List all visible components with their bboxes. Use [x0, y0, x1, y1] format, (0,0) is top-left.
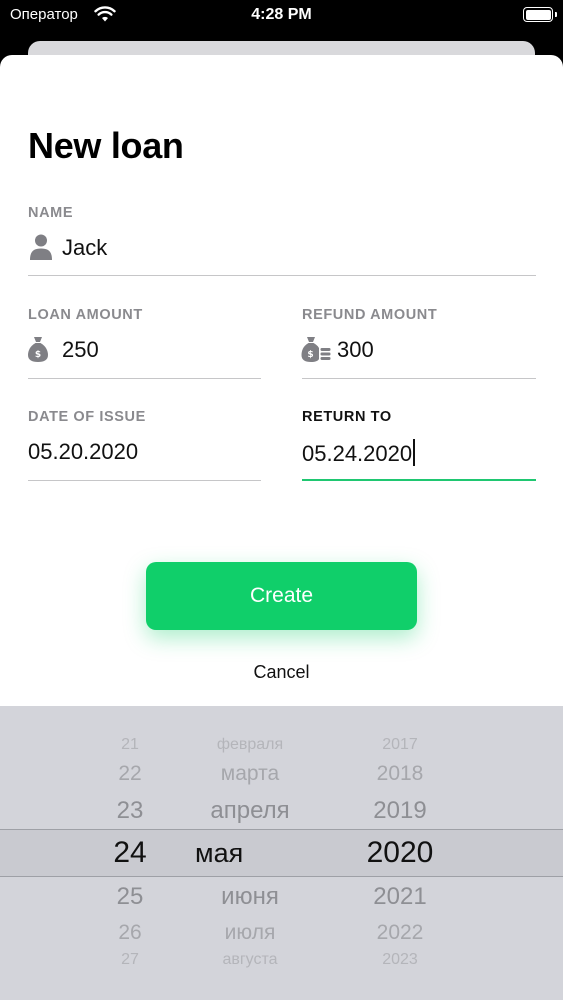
- picker-day-column[interactable]: 21 22 23 24 25 26 27: [100, 706, 160, 1000]
- clock-time: 4:28 PM: [251, 6, 312, 23]
- loan-amount-underline: [28, 378, 261, 379]
- picker-month-selected[interactable]: мая: [180, 838, 320, 869]
- picker-year-item[interactable]: 2018: [350, 762, 450, 786]
- new-loan-sheet: New loan NAME Jack LOAN AMOUNT $ 250 REF…: [0, 55, 563, 1000]
- refund-amount-underline: [302, 378, 536, 379]
- svg-text:$: $: [35, 350, 41, 360]
- loan-amount-label: LOAN AMOUNT: [28, 307, 143, 323]
- picker-year-selected[interactable]: 2020: [350, 836, 450, 870]
- svg-text:$: $: [307, 350, 313, 360]
- picker-year-item[interactable]: 2019: [350, 797, 450, 825]
- loan-amount-field[interactable]: 250: [62, 337, 99, 363]
- picker-month-item[interactable]: июля: [180, 921, 320, 945]
- return-to-value: 05.24.2020: [302, 441, 413, 466]
- picker-day-item[interactable]: 22: [100, 762, 160, 786]
- picker-day-selected[interactable]: 24: [100, 836, 160, 870]
- text-caret: [413, 439, 416, 466]
- return-to-label: RETURN TO: [302, 409, 392, 425]
- picker-day-item[interactable]: 26: [100, 921, 160, 945]
- create-button[interactable]: Create: [146, 562, 417, 630]
- return-to-field[interactable]: 05.24.2020: [302, 439, 416, 467]
- picker-month-item[interactable]: июня: [180, 883, 320, 911]
- picker-month-item[interactable]: августа: [180, 951, 320, 969]
- picker-year-item[interactable]: 2022: [350, 921, 450, 945]
- page-title: New loan: [28, 125, 184, 166]
- money-bag-icon: $: [28, 337, 48, 362]
- refund-amount-field[interactable]: 300: [337, 337, 374, 363]
- picker-day-item[interactable]: 27: [100, 951, 160, 969]
- picker-year-item[interactable]: 2021: [350, 883, 450, 911]
- picker-day-item[interactable]: 21: [100, 736, 160, 754]
- picker-year-item[interactable]: 2023: [350, 951, 450, 969]
- name-label: NAME: [28, 205, 74, 221]
- refund-amount-label: REFUND AMOUNT: [302, 307, 438, 323]
- picker-month-item[interactable]: марта: [180, 762, 320, 786]
- date-of-issue-field[interactable]: 05.20.2020: [28, 439, 138, 465]
- date-picker[interactable]: 21 22 23 24 25 26 27 февраля марта апрел…: [0, 706, 563, 1000]
- money-bag-coins-icon: $: [301, 337, 331, 362]
- picker-year-item[interactable]: 2017: [350, 736, 450, 754]
- name-underline: [28, 275, 536, 276]
- status-bar: Оператор 4:28 PM: [0, 0, 563, 30]
- return-to-underline: [302, 479, 536, 481]
- battery-icon: [523, 7, 557, 22]
- picker-day-item[interactable]: 25: [100, 883, 160, 911]
- picker-month-item[interactable]: февраля: [180, 736, 320, 754]
- person-icon: [30, 234, 52, 260]
- picker-year-column[interactable]: 2017 2018 2019 2020 2021 2022 2023: [350, 706, 450, 1000]
- picker-day-item[interactable]: 23: [100, 797, 160, 825]
- date-of-issue-underline: [28, 480, 261, 481]
- picker-month-item[interactable]: апреля: [180, 797, 320, 825]
- picker-month-column[interactable]: февраля марта апреля мая июня июля авгус…: [180, 706, 320, 1000]
- name-field[interactable]: Jack: [62, 235, 107, 261]
- date-of-issue-label: DATE OF ISSUE: [28, 409, 146, 425]
- cancel-button[interactable]: Cancel: [0, 662, 563, 683]
